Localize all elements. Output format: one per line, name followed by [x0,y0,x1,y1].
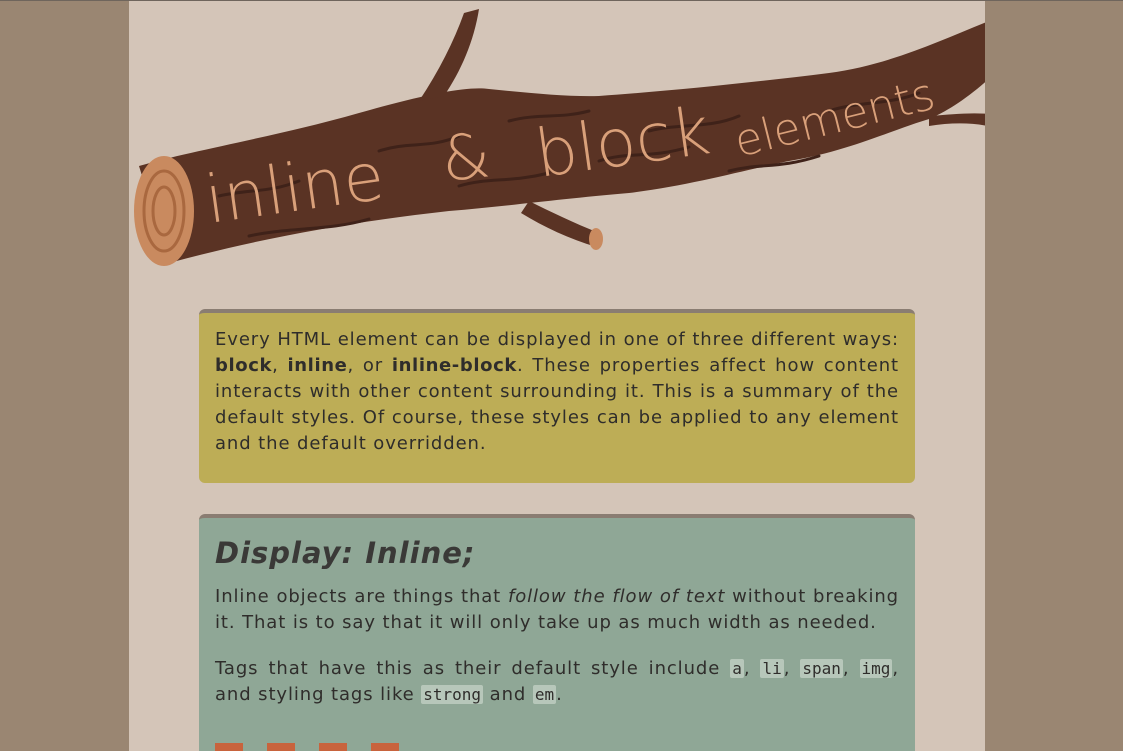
comma: , [842,658,860,679]
emphasized-phrase: follow the flow of text [507,586,726,607]
demo-swatch [215,743,243,751]
code-tag-strong: strong [421,685,484,704]
upper-twig [419,9,479,101]
inline-tags-paragraph: Tags that have this as their default sty… [215,656,899,708]
keyword-inline-block: inline-block [391,355,517,376]
code-tag-li: li [760,659,784,678]
intro-card: Every HTML element can be displayed in o… [199,309,915,483]
tags-text-start: Tags that have this as their default sty… [215,658,731,679]
twig-end [589,228,603,250]
section-heading: Display: Inline; [215,536,476,570]
comma: , [783,658,801,679]
demo-swatch [371,743,399,751]
intro-text-start: Every HTML element can be displayed in o… [215,329,899,350]
keyword-block: block [215,355,273,376]
page-content: inline & block elements Every HTML eleme… [129,1,985,751]
intro-paragraph: Every HTML element can be displayed in o… [215,327,899,457]
banner-title-amp: & [438,118,494,196]
inline-section-card: Display: Inline; Inline objects are thin… [199,514,915,751]
intro-sep: , or [347,355,392,376]
code-tag-em: em [532,685,557,704]
branch-illustration: inline & block elements [134,9,985,266]
demo-swatch [319,743,347,751]
demo-swatch [267,743,295,751]
inline-description: Inline objects are things that follow th… [215,584,899,636]
comma: , [743,658,761,679]
tags-text-end: . [556,684,563,705]
inline-demo-swatches [215,743,399,751]
header-banner: inline & block elements [129,1,985,301]
code-tag-span: span [800,659,843,678]
tags-text-and: and [483,684,533,705]
keyword-inline: inline [287,355,348,376]
code-tag-a: a [730,659,744,678]
lower-twig [521,201,599,247]
inline-text-start: Inline objects are things that [215,586,508,607]
code-tag-img: img [859,659,893,678]
banner-title: inline & block elements [201,69,940,239]
intro-sep: , [272,355,288,376]
